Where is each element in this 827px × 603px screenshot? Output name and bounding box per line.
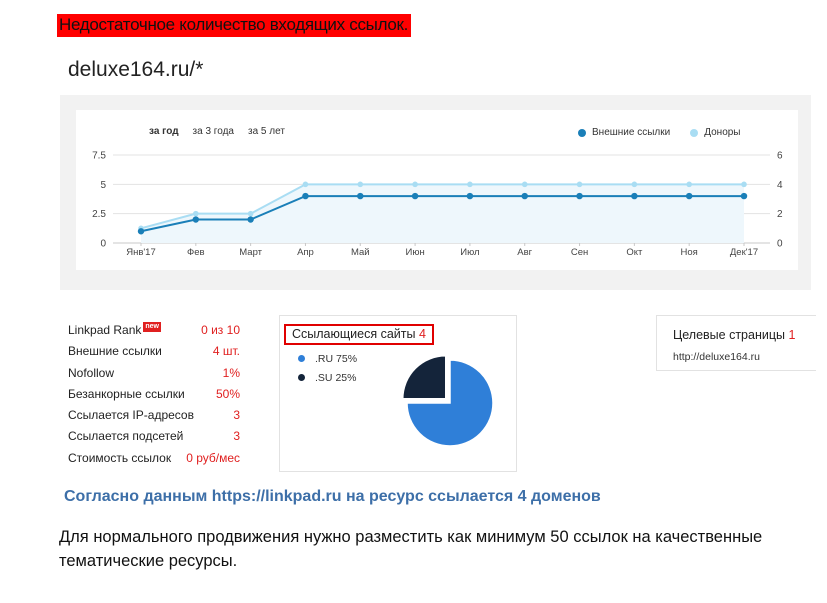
y-right-tick-label: 0 — [777, 239, 783, 250]
x-tick-label: Июн — [405, 247, 424, 258]
y-right-tick-label: 6 — [777, 151, 783, 162]
line-chart: 0 2.5 5 7.5 0 2 4 6 Янв'17 Фев Март Апр Май Июн Июл Авг… — [92, 151, 783, 259]
stat-row-external-links: Внешние ссылки 4 шт. — [68, 341, 246, 362]
stat-label: Ссылается подсетей — [68, 429, 184, 444]
stat-value: 50% — [215, 386, 240, 401]
y-left-tick-label: 2.5 — [92, 209, 106, 220]
x-tick-label: Сен — [571, 247, 588, 258]
external-links-point — [631, 192, 638, 200]
stat-label: Ссылается IP-адресов — [68, 408, 194, 423]
target-pages-panel: Целевые страницы 1 http://deluxe164.ru — [656, 315, 816, 371]
referring-sites-panel: Ссылающиеся сайты 4 .RU 75% .SU 25% — [279, 315, 517, 472]
x-tick-label: Окт — [626, 247, 643, 258]
new-badge: new — [143, 322, 162, 332]
summary-heading: Согласно данным https://linkpad.ru на ре… — [64, 488, 601, 505]
donors-point — [357, 181, 364, 188]
stat-value: 3 — [233, 408, 240, 423]
pie-slice-su[interactable] — [402, 355, 447, 400]
stat-row-link-cost: Стоимость ссылок 0 руб/мес — [68, 448, 246, 469]
stat-value: 0 из 10 — [201, 323, 240, 337]
external-links-point — [740, 192, 748, 200]
x-tick-label: Авг — [517, 247, 532, 258]
stat-row-anchorless: Безанкорные ссылки 50% — [68, 384, 246, 405]
stat-row-nofollow: Nofollow 1% — [68, 363, 246, 384]
y-left-tick-label: 0 — [100, 239, 106, 250]
stat-label: Nofollow — [68, 365, 115, 380]
stat-row-rank: Linkpad Rank new 0 из 10 — [68, 320, 246, 341]
external-links-point — [192, 216, 200, 223]
donors-point — [247, 210, 254, 217]
external-links-point — [466, 192, 474, 200]
target-pages-count: 1 — [788, 328, 796, 342]
external-links-point — [137, 228, 145, 235]
donors-point — [467, 181, 473, 188]
x-tick-label: Фев — [187, 247, 205, 258]
external-links-point — [576, 192, 583, 200]
donors-point — [631, 181, 638, 188]
target-pages-title: Целевые страницы 1 — [673, 328, 796, 342]
x-tick-label: Июл — [460, 247, 479, 258]
y-left-tick-label: 7.5 — [92, 151, 106, 162]
pie-chart — [402, 355, 494, 447]
recommendation-text: Для нормального продвижения нужно размес… — [59, 528, 763, 570]
x-tick-label: Март — [239, 247, 262, 258]
external-links-point — [411, 192, 419, 200]
external-links-point — [302, 192, 309, 200]
x-tick-label: Дек'17 — [730, 247, 758, 258]
x-tick-label: Май — [351, 247, 370, 258]
external-links-point — [357, 192, 364, 200]
donors-point — [193, 210, 199, 217]
x-tick-label: Апр — [297, 247, 314, 258]
stat-label: Linkpad Rank new — [68, 322, 162, 337]
stat-value: 0 руб/мес — [186, 450, 240, 465]
donors-point — [521, 181, 528, 188]
stat-label: Стоимость ссылок — [68, 450, 172, 465]
y-right-tick-label: 4 — [777, 180, 783, 191]
stat-label: Безанкорные ссылки — [68, 386, 185, 401]
stat-value: 3 — [233, 429, 240, 444]
stat-row-subnets: Ссылается подсетей 3 — [68, 426, 246, 447]
donors-point — [412, 181, 418, 188]
donors-point — [686, 181, 692, 188]
x-tick-label: Ноя — [681, 247, 698, 258]
external-links-point — [685, 192, 693, 200]
stats-list: Linkpad Rank new 0 из 10 Внешние ссылки 4… — [68, 320, 246, 469]
y-left-tick-label: 5 — [100, 180, 106, 191]
x-tick-label: Янв'17 — [126, 247, 156, 258]
external-links-point — [521, 192, 528, 200]
stat-value: 4 шт. — [212, 344, 240, 359]
donors-point — [302, 181, 309, 188]
donors-point — [741, 181, 747, 188]
target-page-url[interactable]: http://deluxe164.ru — [673, 351, 760, 363]
y-right-tick-label: 2 — [777, 209, 783, 220]
stat-row-ip-addresses: Ссылается IP-адресов 3 — [68, 405, 246, 426]
stat-value: 1% — [222, 365, 240, 380]
stat-label: Внешние ссылки — [68, 344, 162, 359]
donors-point — [576, 181, 583, 188]
external-links-point — [247, 216, 254, 223]
